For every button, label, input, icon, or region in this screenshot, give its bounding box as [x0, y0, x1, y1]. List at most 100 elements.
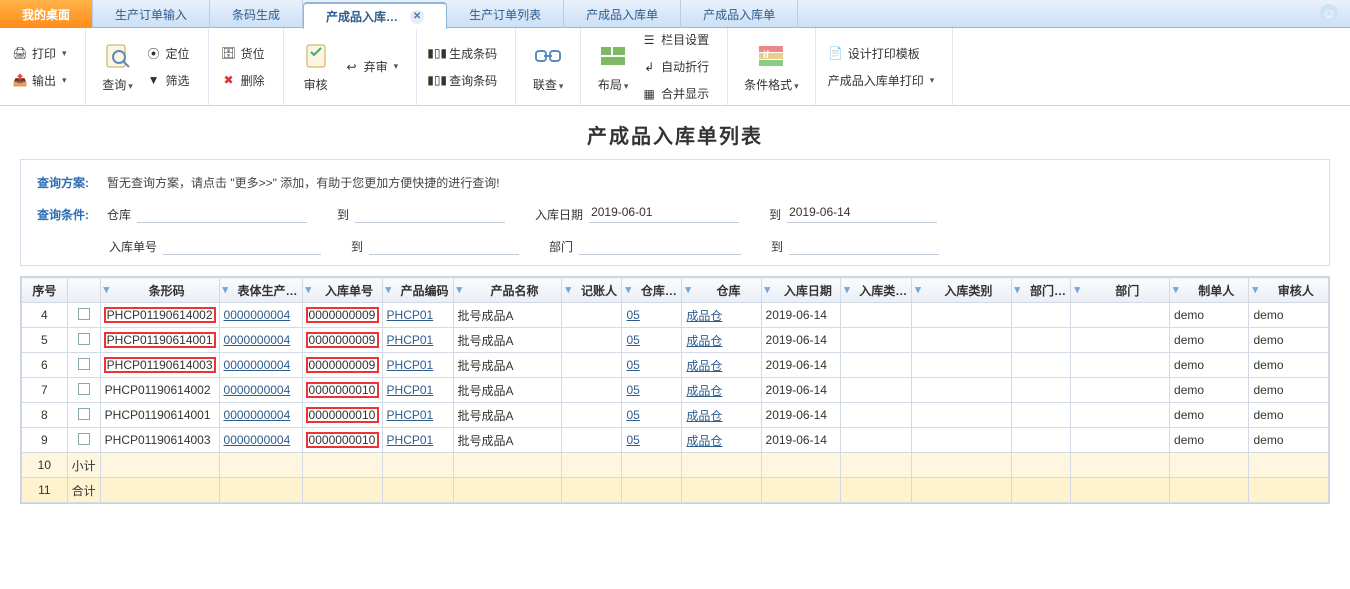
cell-bodyprod[interactable]: 0000000004	[219, 378, 302, 403]
tab-barcode-gen[interactable]: 条码生成	[210, 0, 303, 28]
col-prodcode[interactable]: ▾产品编码	[382, 278, 453, 303]
checkbox-icon[interactable]	[78, 358, 90, 370]
locate-button[interactable]: ⦿定位	[142, 43, 194, 64]
table-row[interactable]: 5PHCP0119061400100000000040000000009PHCP…	[22, 328, 1329, 353]
auto-wrap-button[interactable]: ↲自动折行	[637, 56, 713, 77]
cell-whshort[interactable]: 05	[622, 428, 682, 453]
cell-wh[interactable]: 成品仓	[682, 353, 761, 378]
funnel-icon[interactable]: ▾	[223, 283, 229, 296]
table-row[interactable]: 4PHCP0119061400200000000040000000009PHCP…	[22, 303, 1329, 328]
funnel-icon[interactable]: ▾	[104, 283, 110, 296]
cell-bodyprod[interactable]: 0000000004	[219, 328, 302, 353]
cell-bodyprod[interactable]: 0000000004	[219, 353, 302, 378]
table-row[interactable]: 9PHCP0119061400300000000040000000010PHCP…	[22, 428, 1329, 453]
col-intype[interactable]: ▾入库类别	[912, 278, 1011, 303]
indate-from-input[interactable]: 2019-06-01	[589, 205, 739, 223]
funnel-icon[interactable]: ▾	[1074, 283, 1080, 296]
col-check[interactable]	[67, 278, 100, 303]
cell-check[interactable]	[67, 403, 100, 428]
funnel-icon[interactable]: ▾	[685, 283, 691, 296]
col-dept[interactable]: ▾部门	[1071, 278, 1170, 303]
smiley-icon[interactable]: ☺	[1320, 4, 1338, 22]
table-row[interactable]: 8PHCP0119061400100000000040000000010PHCP…	[22, 403, 1329, 428]
funnel-icon[interactable]: ▾	[386, 283, 392, 296]
col-barcode[interactable]: ▾条形码	[100, 278, 219, 303]
col-seq[interactable]: 序号	[22, 278, 68, 303]
tab-finished-in-1[interactable]: 产成品入库单	[564, 0, 681, 28]
cell-bodyprod[interactable]: 0000000004	[219, 403, 302, 428]
cond-format-button[interactable]: if条件格式▾	[736, 32, 807, 101]
funnel-icon[interactable]: ▾	[915, 283, 921, 296]
funnel-icon[interactable]: ▾	[1173, 283, 1179, 296]
checkbox-icon[interactable]	[78, 333, 90, 345]
abandon-audit-button[interactable]: ↩弃审▾	[340, 56, 403, 77]
design-template-button[interactable]: 📄设计打印模板	[824, 43, 939, 64]
cell-prodcode[interactable]: PHCP01	[382, 328, 453, 353]
link-button[interactable]: 联查▾	[524, 32, 572, 101]
col-creator[interactable]: ▾制单人	[1170, 278, 1249, 303]
cell-whshort[interactable]: 05	[622, 378, 682, 403]
col-auditor[interactable]: ▾审核人	[1249, 278, 1329, 303]
delete-button[interactable]: ✖删除	[217, 70, 269, 91]
dept-to-input[interactable]	[789, 237, 939, 255]
receipt-print-button[interactable]: 产成品入库单打印▾	[824, 70, 939, 91]
table-row[interactable]: 6PHCP0119061400300000000040000000009PHCP…	[22, 353, 1329, 378]
merge-display-button[interactable]: ▦合并显示	[637, 83, 713, 104]
tab-prod-order-input[interactable]: 生产订单输入	[93, 0, 210, 28]
funnel-icon[interactable]: ▾	[565, 283, 571, 296]
col-bodyprod[interactable]: ▾表体生产…	[219, 278, 302, 303]
cell-whshort[interactable]: 05	[622, 353, 682, 378]
cell-whshort[interactable]: 05	[622, 328, 682, 353]
funnel-icon[interactable]: ▾	[765, 283, 771, 296]
column-config-button[interactable]: ☰栏目设置	[637, 29, 713, 50]
cell-bodyprod[interactable]: 0000000004	[219, 428, 302, 453]
query-button[interactable]: 查询▾	[94, 32, 142, 101]
cell-wh[interactable]: 成品仓	[682, 403, 761, 428]
col-indate[interactable]: ▾入库日期	[761, 278, 841, 303]
cell-wh[interactable]: 成品仓	[682, 428, 761, 453]
checkbox-icon[interactable]	[78, 433, 90, 445]
print-button[interactable]: 🖨打印▾	[8, 43, 71, 64]
cell-wh[interactable]: 成品仓	[682, 303, 761, 328]
col-indocno[interactable]: ▾入库单号	[302, 278, 382, 303]
funnel-icon[interactable]: ▾	[1015, 283, 1021, 296]
warehouse-to-input[interactable]	[355, 205, 505, 223]
funnel-icon[interactable]: ▾	[625, 283, 631, 296]
cell-whshort[interactable]: 05	[622, 303, 682, 328]
cell-wh[interactable]: 成品仓	[682, 328, 761, 353]
cell-bodyprod[interactable]: 0000000004	[219, 303, 302, 328]
table-row[interactable]: 7PHCP0119061400200000000040000000010PHCP…	[22, 378, 1329, 403]
query-barcode-button[interactable]: ▮▯▮查询条码	[425, 70, 501, 91]
funnel-icon[interactable]: ▾	[1252, 283, 1258, 296]
tab-desktop[interactable]: 我的桌面	[0, 0, 93, 28]
docno-to-input[interactable]	[369, 237, 519, 255]
close-icon[interactable]: ✕	[410, 10, 424, 24]
tab-finished-in-current[interactable]: 产成品入库…✕	[303, 2, 447, 29]
col-wh[interactable]: ▾仓库	[682, 278, 761, 303]
dept-input[interactable]	[579, 237, 741, 255]
cell-check[interactable]	[67, 428, 100, 453]
docno-input[interactable]	[163, 237, 321, 255]
col-prodname[interactable]: ▾产品名称	[453, 278, 562, 303]
audit-button[interactable]: 审核	[292, 32, 340, 101]
filter-button[interactable]: ▼筛选	[142, 70, 194, 91]
cell-check[interactable]	[67, 328, 100, 353]
cell-check[interactable]	[67, 303, 100, 328]
col-intypeshort[interactable]: ▾入库类…	[841, 278, 912, 303]
checkbox-icon[interactable]	[78, 408, 90, 420]
checkbox-icon[interactable]	[78, 383, 90, 395]
warehouse-input[interactable]	[137, 205, 307, 223]
cell-prodcode[interactable]: PHCP01	[382, 403, 453, 428]
cell-prodcode[interactable]: PHCP01	[382, 353, 453, 378]
tab-prod-order-list[interactable]: 生产订单列表	[447, 0, 564, 28]
checkbox-icon[interactable]	[78, 308, 90, 320]
cell-prodcode[interactable]: PHCP01	[382, 378, 453, 403]
cell-wh[interactable]: 成品仓	[682, 378, 761, 403]
layout-button[interactable]: 布局▾	[589, 32, 637, 101]
output-button[interactable]: 📤输出▾	[8, 70, 71, 91]
col-deptshort[interactable]: ▾部门…	[1011, 278, 1071, 303]
funnel-icon[interactable]: ▾	[306, 283, 312, 296]
funnel-icon[interactable]: ▾	[844, 283, 850, 296]
funnel-icon[interactable]: ▾	[457, 283, 463, 296]
col-whshort[interactable]: ▾仓库…	[622, 278, 682, 303]
